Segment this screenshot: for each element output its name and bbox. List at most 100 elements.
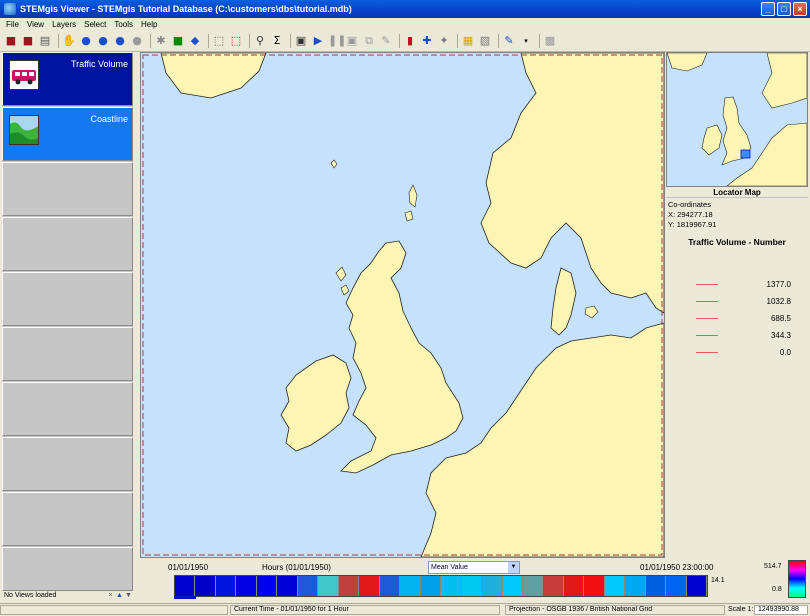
- image-icon[interactable]: ▧: [478, 34, 492, 48]
- timeline-hour-cell[interactable]: [441, 576, 462, 596]
- timeline-hour-cell[interactable]: [359, 576, 380, 596]
- layer-slot-empty[interactable]: [2, 547, 133, 591]
- select-icon[interactable]: ⬚: [212, 34, 226, 48]
- dropdown-icon[interactable]: ▾: [519, 34, 533, 48]
- menu-help[interactable]: Help: [141, 20, 157, 29]
- timeline-hour-cell[interactable]: [256, 576, 278, 596]
- timeline-hour-cell[interactable]: [420, 576, 442, 596]
- aggregation-select[interactable]: Mean Value ▼: [428, 561, 520, 574]
- legend-panel: Traffic Volume - Number 1377.0 1032.8 68…: [666, 232, 808, 558]
- stack-icon[interactable]: ⧉: [362, 34, 376, 48]
- timeline-hour-cell[interactable]: [645, 576, 667, 596]
- open-icon[interactable]: ■: [4, 34, 18, 48]
- timeline-hour-cell[interactable]: [584, 576, 605, 596]
- timeline-hour-cell[interactable]: [215, 576, 237, 596]
- flag-icon[interactable]: ■: [171, 34, 185, 48]
- play-icon[interactable]: ▶: [311, 34, 325, 48]
- timeline-hour-cell[interactable]: [563, 576, 585, 596]
- pen-icon[interactable]: ✎: [379, 34, 393, 48]
- menu-view[interactable]: View: [27, 20, 44, 29]
- pan-icon[interactable]: ✋: [62, 34, 76, 48]
- lock-icon[interactable]: ▩: [543, 34, 557, 48]
- timeline-hour-cell[interactable]: [318, 576, 339, 596]
- timeline-hour-cell[interactable]: [686, 576, 708, 596]
- grid-icon[interactable]: ✚: [420, 34, 434, 48]
- timeline-hour-cell[interactable]: [543, 576, 564, 596]
- maximize-button[interactable]: □: [777, 2, 791, 16]
- timeline-hour-cell[interactable]: [195, 576, 216, 596]
- menu-select[interactable]: Select: [84, 20, 106, 29]
- pause-icon[interactable]: ❚❚: [328, 34, 346, 48]
- clear-selection-icon[interactable]: ⬚: [229, 34, 243, 48]
- draw-icon[interactable]: ✎: [502, 34, 516, 48]
- timeline-hour-cell[interactable]: [175, 576, 196, 596]
- camera-icon[interactable]: ▣: [294, 34, 308, 48]
- window-title: STEMgis Viewer - STEMgis Tutorial Databa…: [20, 4, 352, 14]
- export-icon[interactable]: ✦: [437, 34, 451, 48]
- timeline-hour-cell[interactable]: [461, 576, 483, 596]
- locator-viewport-marker: [740, 149, 751, 159]
- timeline-hour-cell[interactable]: [482, 576, 503, 596]
- timeline-hour-cell[interactable]: [236, 576, 257, 596]
- timeline-hour-cell[interactable]: [502, 576, 523, 596]
- zoom-layer-icon[interactable]: ●: [130, 34, 144, 48]
- close-view-icon[interactable]: ×: [106, 591, 115, 600]
- locate-icon[interactable]: ✱: [154, 34, 168, 48]
- timeline-hour-cell[interactable]: [338, 576, 360, 596]
- print-icon[interactable]: ▤: [38, 34, 52, 48]
- layer-slot-empty[interactable]: [2, 272, 133, 326]
- scale-label: Scale 1:: [728, 606, 754, 613]
- layer-tile-coastline[interactable]: Coastline: [2, 107, 133, 161]
- video-icon[interactable]: ▣: [345, 34, 359, 48]
- scale-min-value: 0.8: [772, 586, 782, 593]
- layer-slot-empty[interactable]: [2, 162, 133, 216]
- zoom-in-icon[interactable]: ●: [79, 34, 93, 48]
- timeline-hour-cell[interactable]: [297, 576, 319, 596]
- timeline-hour-cell[interactable]: [379, 576, 401, 596]
- views-status: No Views loaded: [4, 592, 57, 599]
- layer-slot-empty[interactable]: [2, 437, 133, 491]
- legend-title: Traffic Volume - Number: [688, 237, 786, 247]
- close-button[interactable]: ×: [793, 2, 807, 16]
- timeline-bar[interactable]: [174, 575, 708, 597]
- status-bar: Current Time - 01/01/1950 for 1 Hour Pro…: [0, 603, 810, 616]
- zoom-full-icon[interactable]: ●: [113, 34, 127, 48]
- timeline-position-indicator[interactable]: [174, 596, 196, 599]
- save-icon[interactable]: ■: [21, 34, 35, 48]
- timeline-hour-cell[interactable]: [277, 576, 298, 596]
- chevron-down-icon[interactable]: ▼: [508, 562, 519, 573]
- aggregation-value: Mean Value: [431, 564, 468, 571]
- coordinate-y: Y: 1819967.91: [668, 220, 717, 229]
- window-controls: _ □ ×: [761, 2, 807, 16]
- scroll-up-icon[interactable]: ▲: [115, 591, 124, 600]
- scroll-down-icon[interactable]: ▼: [124, 591, 133, 600]
- layer-slot-empty[interactable]: [2, 492, 133, 546]
- title-bar[interactable]: STEMgis Viewer - STEMgis Tutorial Databa…: [0, 0, 810, 18]
- legend-icon[interactable]: ▦: [461, 34, 475, 48]
- menu-tools[interactable]: Tools: [114, 20, 133, 29]
- query-icon[interactable]: ⚲: [253, 34, 267, 48]
- minimize-button[interactable]: _: [761, 2, 775, 16]
- timeline-hours-label: Hours (01/01/1950): [262, 563, 331, 572]
- timeline-hour-cell[interactable]: [666, 576, 687, 596]
- sum-icon[interactable]: Σ: [270, 34, 284, 48]
- locator-map[interactable]: [666, 52, 808, 187]
- identify-icon[interactable]: ◆: [188, 34, 202, 48]
- layer-slot-empty[interactable]: [2, 217, 133, 271]
- timeline-hour-cell[interactable]: [625, 576, 646, 596]
- main-map[interactable]: [140, 52, 665, 558]
- timeline-hour-cell[interactable]: [522, 576, 544, 596]
- toolbar-separator: [150, 34, 151, 48]
- legend-item: 0.0: [696, 346, 806, 358]
- zoom-out-icon[interactable]: ●: [96, 34, 110, 48]
- timeline-hour-cell[interactable]: [604, 576, 626, 596]
- menu-layers[interactable]: Layers: [52, 20, 76, 29]
- menu-file[interactable]: File: [6, 20, 19, 29]
- timeline-hour-cell[interactable]: [400, 576, 421, 596]
- legend-item: 1377.0: [696, 278, 806, 290]
- layer-slot-empty[interactable]: [2, 327, 133, 381]
- chart-icon[interactable]: ▮: [403, 34, 417, 48]
- layer-tile-traffic-volume[interactable]: Traffic Volume: [2, 52, 133, 106]
- app-icon: [4, 3, 16, 15]
- layer-slot-empty[interactable]: [2, 382, 133, 436]
